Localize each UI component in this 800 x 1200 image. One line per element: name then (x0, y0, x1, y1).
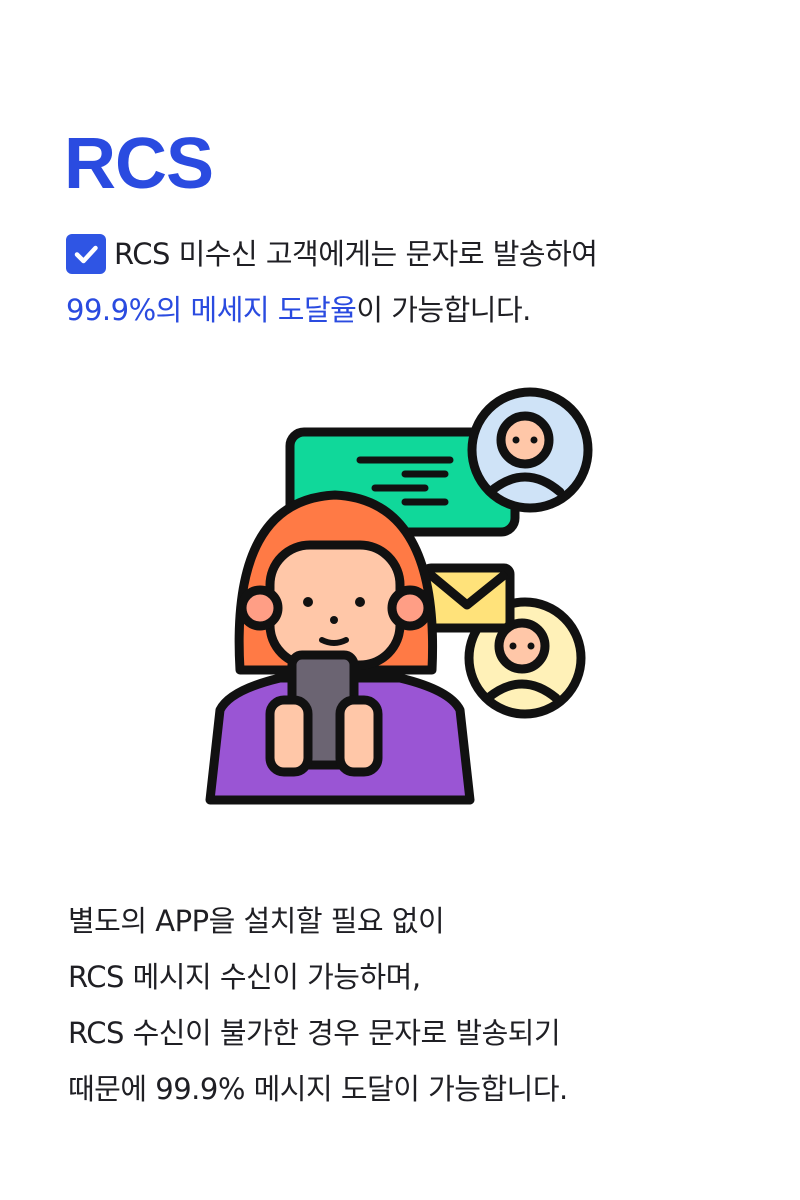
check-icon (66, 234, 106, 274)
intro-text: RCS 미수신 고객에게는 문자로 발송하여 99.9%의 메세지 도달율 이 가… (66, 226, 766, 338)
description-line: RCS 메시지 수신이 가능하며, (68, 960, 421, 994)
user-avatar-icon (467, 387, 593, 513)
description-line: 별도의 APP을 설치할 필요 없이 (68, 904, 445, 938)
intro-line-2: 99.9%의 메세지 도달율 이 가능합니다. (66, 282, 766, 338)
intro-highlight: 99.9%의 메세지 도달율 (66, 293, 357, 327)
description-line: RCS 수신이 불가한 경우 문자로 발송되기 (68, 1016, 561, 1050)
description-text: 별도의 APP을 설치할 필요 없이 RCS 메시지 수신이 가능하며, RCS… (68, 893, 768, 1117)
intro-line-1-text: RCS 미수신 고객에게는 문자로 발송하여 (114, 237, 598, 271)
intro-line-1: RCS 미수신 고객에게는 문자로 발송하여 (66, 226, 766, 282)
description-line: 때문에 99.9% 메시지 도달이 가능합니다. (68, 1072, 568, 1106)
envelope-icon (420, 563, 515, 633)
intro-line-2-rest: 이 가능합니다. (356, 293, 531, 327)
person-with-phone-illustration (205, 387, 593, 805)
page-title: RCS (64, 124, 214, 204)
